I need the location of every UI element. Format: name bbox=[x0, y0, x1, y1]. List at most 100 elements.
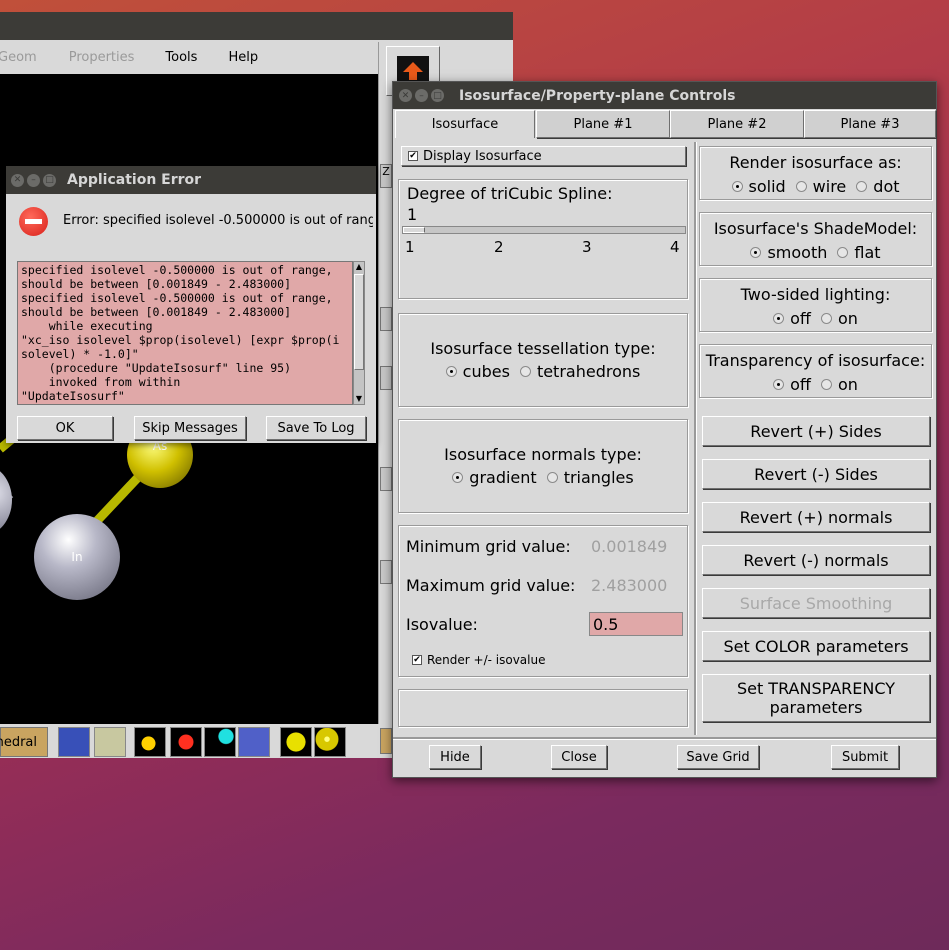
close-icon[interactable]: ✕ bbox=[399, 89, 412, 102]
render-pm-label: Render +/- isovalue bbox=[427, 653, 546, 667]
column-divider bbox=[694, 142, 696, 735]
wireframe-ball-icon[interactable] bbox=[170, 727, 202, 757]
spline-slider-handle[interactable] bbox=[403, 227, 425, 233]
polyhedra-icon[interactable] bbox=[58, 727, 90, 757]
minimize-icon[interactable]: – bbox=[415, 89, 428, 102]
tessellation-tetrahedrons-radio[interactable]: tetrahedrons bbox=[519, 362, 640, 381]
radio-selected-icon bbox=[731, 181, 743, 192]
main-titlebar[interactable] bbox=[0, 12, 513, 40]
render-dot-radio[interactable]: dot bbox=[856, 177, 900, 196]
shade-flat-radio[interactable]: flat bbox=[837, 243, 881, 262]
menu-help[interactable]: Help bbox=[228, 50, 258, 65]
spline-slider-track[interactable] bbox=[402, 226, 686, 234]
error-detail-line: while executing bbox=[21, 319, 153, 333]
transparency-on-radio[interactable]: on bbox=[820, 375, 858, 394]
menu-tools[interactable]: Tools bbox=[165, 50, 197, 65]
close-icon[interactable]: ✕ bbox=[11, 173, 24, 187]
save-to-log-button[interactable]: Save To Log bbox=[266, 416, 366, 440]
error-detail-line: "UpdateIsosurf" bbox=[21, 389, 125, 403]
hide-button[interactable]: Hide bbox=[429, 745, 481, 769]
wire-cell-icon[interactable] bbox=[94, 727, 126, 757]
two-sided-off-radio[interactable]: off bbox=[773, 309, 811, 328]
error-scrollbar[interactable]: ▲ ▼ bbox=[353, 261, 365, 405]
transparency-off-radio[interactable]: off bbox=[773, 375, 811, 394]
spline-value: 1 bbox=[407, 205, 418, 224]
two-sided-title: Two-sided lighting: bbox=[740, 285, 891, 304]
render-as-options: solid wire dot bbox=[700, 177, 931, 196]
tab-plane-1[interactable]: Plane #1 bbox=[536, 110, 670, 138]
normals-triangles-radio[interactable]: triangles bbox=[546, 468, 634, 487]
radio-selected-icon bbox=[773, 313, 785, 324]
shademodel-title: Isosurface's ShadeModel: bbox=[713, 219, 918, 238]
render-solid-radio[interactable]: solid bbox=[731, 177, 786, 196]
render-wire-radio[interactable]: wire bbox=[795, 177, 846, 196]
error-details-text[interactable]: specified isolevel -0.500000 is out of r… bbox=[17, 261, 353, 405]
ok-button[interactable]: OK bbox=[17, 416, 113, 440]
two-sided-on-radio[interactable]: on bbox=[820, 309, 858, 328]
render-as-title: Render isosurface as: bbox=[729, 153, 902, 172]
side-tab-1[interactable] bbox=[380, 307, 392, 331]
set-color-button[interactable]: Set COLOR parameters bbox=[702, 631, 930, 661]
display-mode-label[interactable]: nedral bbox=[0, 727, 48, 757]
sphere-icon[interactable] bbox=[280, 727, 312, 757]
menu-geom[interactable]: Geom bbox=[0, 50, 37, 65]
radio-selected-icon bbox=[452, 472, 464, 483]
iso-titlebar[interactable]: ✕ – □ Isosurface/Property-plane Controls bbox=[393, 82, 936, 109]
tab-isosurface[interactable]: Isosurface bbox=[395, 110, 535, 138]
radio-selected-icon bbox=[445, 366, 457, 377]
scroll-up-arrow-icon[interactable]: ▲ bbox=[354, 262, 364, 272]
atom-in[interactable]: In bbox=[34, 514, 120, 600]
error-detail-line: (procedure "UpdateIsosurf" line 95) bbox=[21, 361, 292, 375]
isovalue-input[interactable]: 0.5 bbox=[589, 612, 683, 636]
side-tab-3[interactable] bbox=[380, 467, 392, 491]
save-grid-button[interactable]: Save Grid bbox=[677, 745, 759, 769]
error-detail-line: solevel) * -1.0]" bbox=[21, 347, 139, 361]
set-transparency-label-1: Set TRANSPARENCY bbox=[736, 679, 896, 698]
error-message: Error: specified isolevel -0.500000 is o… bbox=[63, 213, 373, 228]
normals-gradient-radio[interactable]: gradient bbox=[452, 468, 537, 487]
menu-properties[interactable]: Properties bbox=[69, 50, 135, 65]
error-title: Application Error bbox=[67, 172, 202, 188]
min-grid-label: Minimum grid value: bbox=[406, 537, 571, 556]
shiny-sphere-icon[interactable] bbox=[314, 727, 346, 757]
maximize-icon[interactable]: □ bbox=[43, 173, 56, 187]
set-transparency-label-2: parameters bbox=[769, 698, 863, 717]
display-isosurface-checkbox[interactable]: ✔ Display Isosurface bbox=[401, 146, 686, 166]
transparency-title: Transparency of isosurface: bbox=[705, 351, 926, 370]
skip-messages-button[interactable]: Skip Messages bbox=[134, 416, 246, 440]
scroll-thumb[interactable] bbox=[354, 274, 364, 370]
set-transparency-button[interactable]: Set TRANSPARENCY parameters bbox=[702, 674, 930, 722]
max-grid-value: 2.483000 bbox=[591, 576, 668, 595]
error-titlebar[interactable]: ✕ – □ Application Error bbox=[6, 166, 376, 194]
side-tab-z[interactable]: Z bbox=[380, 164, 392, 188]
shade-smooth-radio[interactable]: smooth bbox=[750, 243, 827, 262]
tab-plane-2[interactable]: Plane #2 bbox=[670, 110, 804, 138]
revert-minus-sides-button[interactable]: Revert (-) Sides bbox=[702, 459, 930, 489]
shademodel-options: smooth flat bbox=[700, 243, 931, 262]
stereo-icon[interactable] bbox=[238, 727, 270, 757]
render-pm-checkbox[interactable]: ✔ Render +/- isovalue bbox=[412, 653, 545, 667]
error-detail-line: should be between [0.001849 - 2.483000] bbox=[21, 305, 292, 319]
spline-panel: Degree of triCubic Spline: 1 1 2 3 4 bbox=[398, 179, 688, 299]
maximize-icon[interactable]: □ bbox=[431, 89, 444, 102]
error-dialog: ✕ – □ Application Error Error: specified… bbox=[6, 166, 376, 443]
balls-icon[interactable] bbox=[134, 727, 166, 757]
tab-plane-3[interactable]: Plane #3 bbox=[804, 110, 936, 138]
surface-smoothing-button[interactable]: Surface Smoothing bbox=[702, 588, 930, 618]
side-tab-4[interactable] bbox=[380, 560, 392, 584]
close-button[interactable]: Close bbox=[551, 745, 607, 769]
side-tab-2[interactable] bbox=[380, 366, 392, 390]
submit-button[interactable]: Submit bbox=[831, 745, 899, 769]
main-menubar: Geom Properties Tools Help bbox=[0, 40, 380, 74]
revert-plus-sides-button[interactable]: Revert (+) Sides bbox=[702, 416, 930, 446]
colored-atoms-icon[interactable] bbox=[204, 727, 236, 757]
revert-plus-normals-button[interactable]: Revert (+) normals bbox=[702, 502, 930, 532]
spline-tick-2: 2 bbox=[494, 238, 504, 256]
isovalue-label: Isovalue: bbox=[406, 615, 478, 634]
scroll-down-arrow-icon[interactable]: ▼ bbox=[354, 394, 364, 404]
side-tab-5[interactable] bbox=[380, 728, 392, 754]
render-as-panel: Render isosurface as: solid wire dot bbox=[699, 146, 932, 200]
minimize-icon[interactable]: – bbox=[27, 173, 40, 187]
tessellation-cubes-radio[interactable]: cubes bbox=[445, 362, 510, 381]
revert-minus-normals-button[interactable]: Revert (-) normals bbox=[702, 545, 930, 575]
